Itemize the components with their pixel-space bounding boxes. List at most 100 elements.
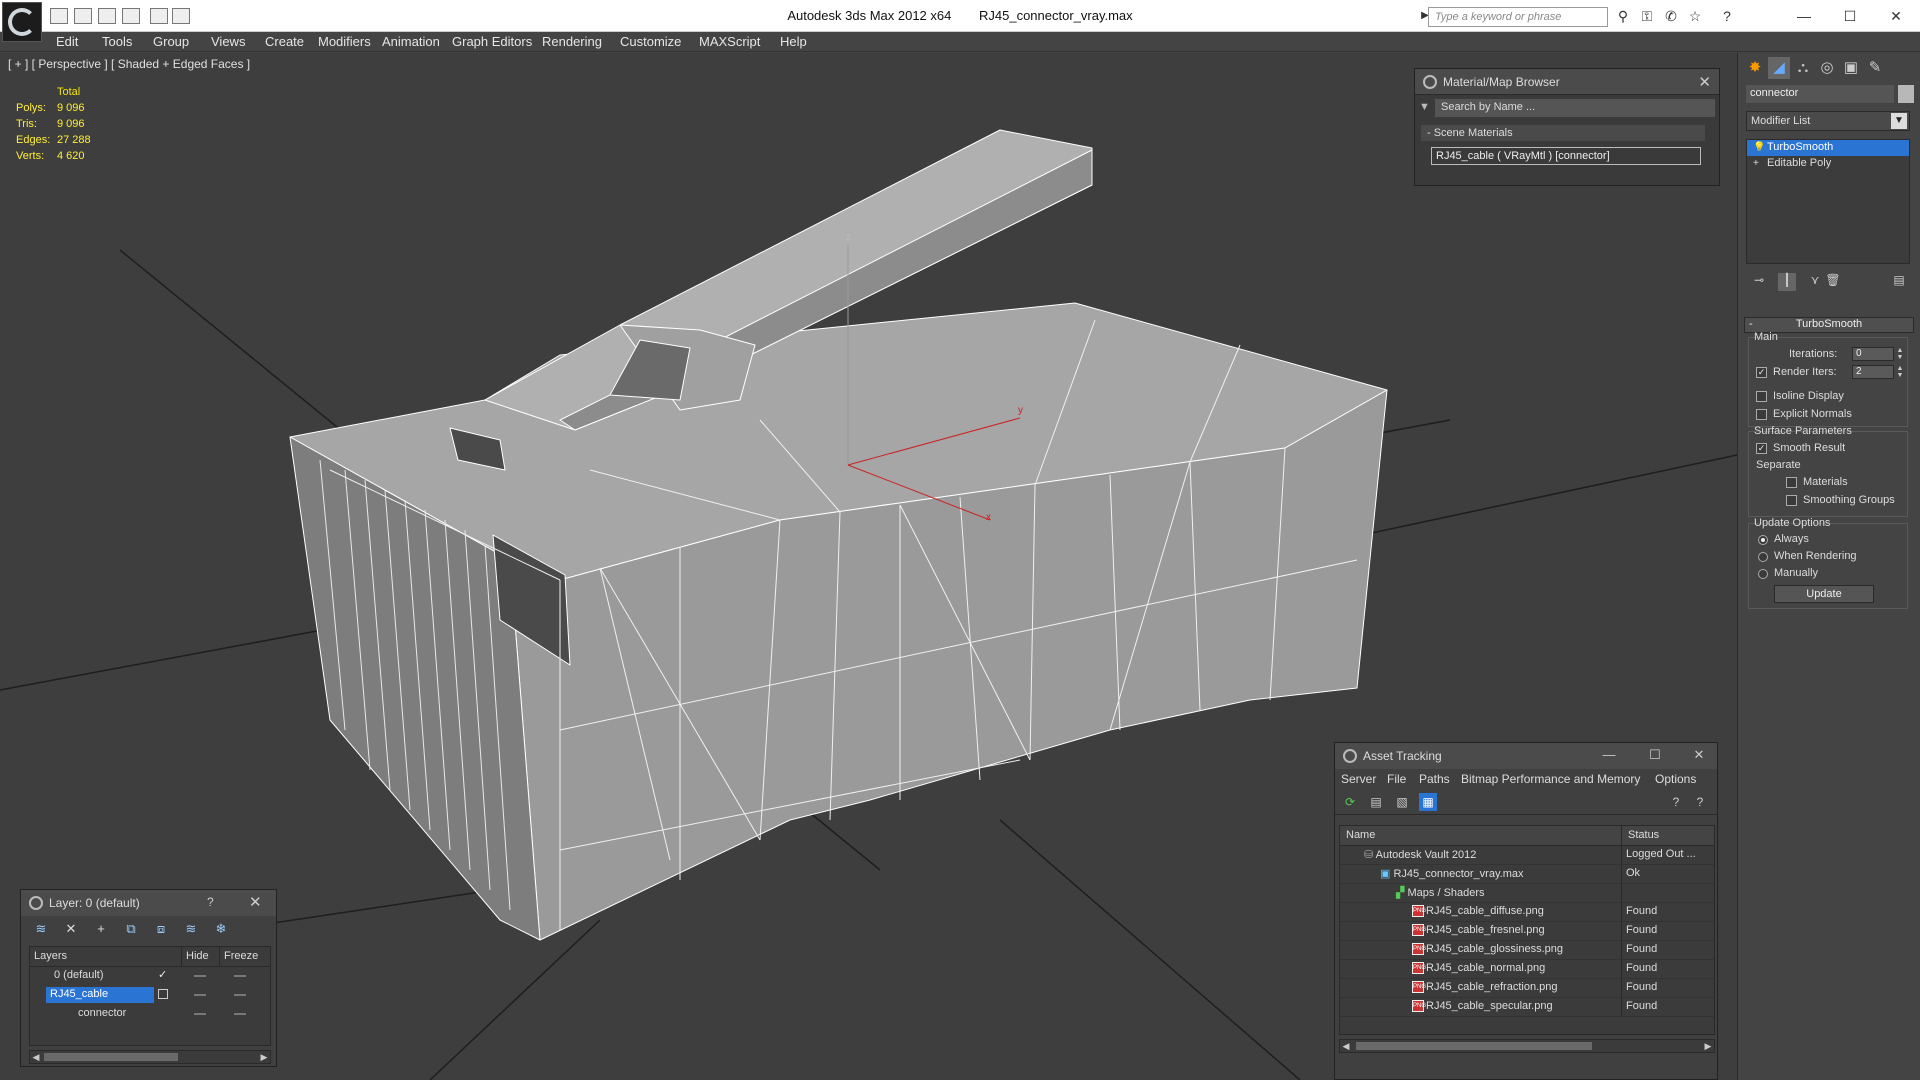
expand-plus-icon[interactable]: + (1753, 158, 1759, 169)
table-view-icon[interactable]: ▦ (1419, 793, 1437, 811)
freeze-toggle[interactable] (234, 1013, 246, 1015)
column-status[interactable]: Status (1622, 826, 1712, 845)
viewport-label[interactable]: [ + ] [ Perspective ] [ Shaded + Edged F… (8, 57, 250, 71)
smoothing-groups-checkbox[interactable] (1786, 495, 1797, 506)
column-hide[interactable]: Hide (182, 947, 220, 966)
subscription-icon[interactable]: ✆ (1662, 8, 1680, 24)
minimize-icon[interactable]: — (1595, 747, 1623, 762)
modifier-list-dropdown[interactable]: Modifier List ▼ (1746, 111, 1910, 131)
utilities-tab-icon[interactable]: ✎ (1864, 57, 1886, 79)
materials-checkbox[interactable] (1786, 477, 1797, 488)
display-tab-icon[interactable]: ▣ (1840, 57, 1862, 79)
vault-help-icon[interactable]: ? (1691, 793, 1709, 811)
asset-tracking-titlebar[interactable]: Asset Tracking — ☐ ✕ (1335, 743, 1717, 769)
delete-layer-icon[interactable]: ✕ (61, 921, 81, 939)
close-icon[interactable]: ✕ (1685, 747, 1713, 763)
app-menu-button[interactable] (2, 2, 42, 42)
make-unique-icon[interactable]: ⋎ (1806, 273, 1824, 291)
motion-tab-icon[interactable]: ◎ (1816, 57, 1838, 79)
spinner-arrows-icon[interactable]: ▲ ▼ (1896, 365, 1904, 379)
help-icon[interactable]: ? (207, 895, 214, 909)
thumbnail-view-icon[interactable]: ▧ (1393, 793, 1411, 811)
maximize-button[interactable]: ☐ (1830, 4, 1870, 28)
list-view-icon[interactable]: ▤ (1367, 793, 1385, 811)
asset-menu-options[interactable]: Options (1655, 772, 1696, 786)
asset-horizontal-scrollbar[interactable]: ◀ ▶ (1339, 1039, 1715, 1053)
scroll-right-icon[interactable]: ▶ (1702, 1040, 1714, 1052)
explicit-normals-checkbox[interactable] (1756, 409, 1767, 420)
scrollbar-thumb[interactable] (1356, 1042, 1592, 1050)
menu-help[interactable]: Help (780, 34, 807, 49)
layer-titlebar[interactable]: Layer: 0 (default) ? ✕ (21, 890, 276, 916)
menu-customize[interactable]: Customize (620, 34, 681, 49)
help-icon[interactable]: ? (1718, 8, 1736, 24)
layer-row[interactable]: RJ45_cable (30, 986, 270, 1005)
column-freeze[interactable]: Freeze (220, 947, 268, 966)
table-row[interactable]: ▞ Maps / Shaders (1340, 884, 1714, 903)
always-radio[interactable] (1758, 535, 1768, 545)
render-iters-checkbox[interactable]: ✓ (1756, 367, 1767, 378)
hide-all-icon[interactable]: ≋ (181, 921, 201, 939)
layer-horizontal-scrollbar[interactable]: ◀ ▶ (29, 1050, 271, 1064)
create-tab-icon[interactable]: ✸ (1744, 57, 1766, 79)
maximize-icon[interactable]: ☐ (1641, 747, 1669, 763)
table-row[interactable]: ⛁ Autodesk Vault 2012 Logged Out ... (1340, 846, 1714, 865)
spinner-arrows-icon[interactable]: ▲ ▼ (1896, 347, 1904, 361)
object-color-swatch[interactable] (1898, 85, 1914, 103)
asset-menu-paths[interactable]: Paths (1419, 772, 1450, 786)
freeze-toggle[interactable] (234, 994, 246, 996)
minimize-button[interactable]: — (1784, 4, 1824, 28)
favorites-star-icon[interactable]: ☆ (1686, 8, 1704, 24)
table-row[interactable]: ▣ RJ45_connector_vray.max Ok (1340, 865, 1714, 884)
key-icon[interactable]: ⚿ (1638, 8, 1656, 24)
set-current-layer-box[interactable] (158, 989, 168, 999)
scene-materials-group[interactable]: - Scene Materials (1421, 125, 1705, 141)
menu-maxscript[interactable]: MAXScript (699, 34, 760, 49)
scroll-right-icon[interactable]: ▶ (258, 1051, 270, 1063)
modify-tab-icon[interactable]: ◢ (1768, 57, 1790, 79)
scroll-left-icon[interactable]: ◀ (30, 1051, 42, 1063)
rj45-connector-mesh[interactable] (289, 129, 1388, 941)
iterations-spinner[interactable]: 0 (1852, 347, 1894, 361)
hide-toggle[interactable] (194, 1013, 206, 1015)
pin-stack-icon[interactable]: ⊸ (1750, 273, 1768, 291)
help-icon[interactable]: ? (1667, 793, 1685, 811)
scrollbar-thumb[interactable] (44, 1053, 178, 1061)
layer-row[interactable]: 0 (default) ✓ (30, 967, 270, 986)
asset-menu-server[interactable]: Server (1341, 772, 1376, 786)
select-objects-icon[interactable]: ⧉ (121, 921, 141, 939)
select-layer-icon[interactable]: ⧈ (151, 921, 171, 939)
table-row[interactable]: PNGRJ45_cable_refraction.png Found (1340, 979, 1714, 998)
menu-group[interactable]: Group (153, 34, 189, 49)
layer-row[interactable]: connector (30, 1005, 270, 1024)
hierarchy-tab-icon[interactable]: ⛬ (1792, 57, 1814, 79)
material-browser-titlebar[interactable]: Material/Map Browser ✕ (1415, 69, 1719, 95)
filter-arrow-icon[interactable]: ▼ (1419, 101, 1430, 113)
close-icon[interactable]: ✕ (1698, 73, 1711, 91)
isoline-display-checkbox[interactable] (1756, 391, 1767, 402)
menu-create[interactable]: Create (265, 34, 304, 49)
when-rendering-radio[interactable] (1758, 552, 1768, 562)
binoculars-icon[interactable]: ⚲ (1614, 8, 1632, 24)
hide-toggle[interactable] (194, 994, 206, 996)
scroll-left-icon[interactable]: ◀ (1340, 1040, 1352, 1052)
menu-animation[interactable]: Animation (382, 34, 440, 49)
menu-modifiers[interactable]: Modifiers (318, 34, 371, 49)
update-button[interactable]: Update (1774, 585, 1874, 603)
configure-sets-icon[interactable]: ▤ (1890, 273, 1908, 291)
asset-menu-bitmap-performance[interactable]: Bitmap Performance and Memory (1461, 772, 1640, 786)
table-row[interactable]: PNGRJ45_cable_fresnel.png Found (1340, 922, 1714, 941)
menu-views[interactable]: Views (211, 34, 245, 49)
close-button[interactable]: ✕ (1876, 4, 1916, 28)
show-end-result-icon[interactable]: ┃ (1778, 273, 1796, 291)
refresh-icon[interactable]: ⟳ (1341, 793, 1359, 811)
smooth-result-checkbox[interactable]: ✓ (1756, 443, 1767, 454)
menu-graph-editors[interactable]: Graph Editors (452, 34, 532, 49)
table-row[interactable]: PNGRJ45_cable_glossiness.png Found (1340, 941, 1714, 960)
hide-toggle[interactable] (194, 975, 206, 977)
table-row[interactable]: PNGRJ45_cable_specular.png Found (1340, 998, 1714, 1017)
stack-item-turbosmooth[interactable]: 💡 TurboSmooth (1747, 140, 1909, 156)
material-search-input[interactable]: Search by Name ... (1435, 99, 1715, 117)
help-search-input[interactable]: Type a keyword or phrase (1428, 7, 1608, 27)
active-layer-check-icon[interactable]: ✓ (158, 968, 167, 981)
